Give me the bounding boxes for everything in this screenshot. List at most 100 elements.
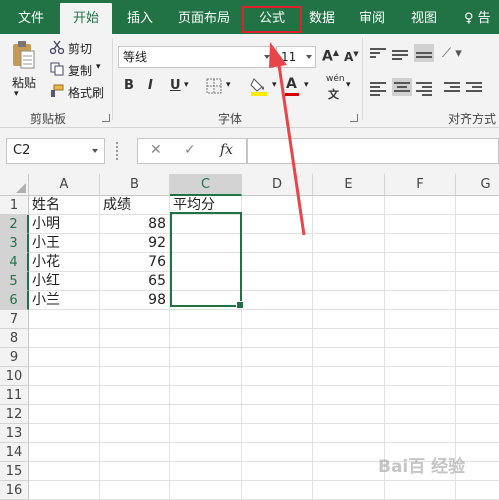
tab-page-layout[interactable]: 页面布局 bbox=[172, 0, 236, 34]
align-center-icon[interactable] bbox=[392, 78, 412, 96]
row-header-3[interactable]: 3 bbox=[0, 234, 29, 253]
fill-color-dropdown-icon[interactable]: ▾ bbox=[272, 80, 277, 90]
row-header-4[interactable]: 4 bbox=[0, 253, 29, 272]
tab-home[interactable]: 开始 bbox=[60, 3, 112, 37]
cell-g10[interactable] bbox=[456, 367, 499, 386]
cell-f9[interactable] bbox=[385, 348, 456, 367]
column-header-g[interactable]: G bbox=[456, 174, 499, 196]
cell-b13[interactable] bbox=[100, 424, 170, 443]
row-header-7[interactable]: 7 bbox=[0, 310, 29, 329]
cell-g13[interactable] bbox=[456, 424, 499, 443]
cell-a1[interactable]: 姓名 bbox=[29, 196, 100, 215]
cell-d13[interactable] bbox=[242, 424, 313, 443]
borders-icon[interactable] bbox=[206, 78, 222, 94]
cell-a8[interactable] bbox=[29, 329, 100, 348]
cell-e2[interactable] bbox=[313, 215, 385, 234]
cell-e11[interactable] bbox=[313, 386, 385, 405]
cell-e8[interactable] bbox=[313, 329, 385, 348]
cell-c12[interactable] bbox=[170, 405, 242, 424]
paste-icon[interactable] bbox=[10, 40, 36, 70]
column-header-b[interactable]: B bbox=[100, 174, 170, 196]
column-header-a[interactable]: A bbox=[29, 174, 100, 196]
cell-a13[interactable] bbox=[29, 424, 100, 443]
cell-b2[interactable]: 88 bbox=[100, 215, 170, 234]
cancel-icon[interactable]: ✕ bbox=[150, 142, 162, 158]
orientation-icon[interactable]: ⟋ ▾ bbox=[442, 46, 462, 61]
cell-b7[interactable] bbox=[100, 310, 170, 329]
cell-g3[interactable] bbox=[456, 234, 499, 253]
row-header-14[interactable]: 14 bbox=[0, 443, 29, 462]
row-header-8[interactable]: 8 bbox=[0, 329, 29, 348]
tab-view[interactable]: 视图 bbox=[404, 0, 444, 34]
cell-g9[interactable] bbox=[456, 348, 499, 367]
cell-f3[interactable] bbox=[385, 234, 456, 253]
cell-b15[interactable] bbox=[100, 462, 170, 481]
cell-d6[interactable] bbox=[242, 291, 313, 310]
cell-d10[interactable] bbox=[242, 367, 313, 386]
cell-d9[interactable] bbox=[242, 348, 313, 367]
format-painter-button[interactable]: 格式刷 bbox=[68, 84, 104, 101]
column-header-e[interactable]: E bbox=[313, 174, 385, 196]
tab-review[interactable]: 审阅 bbox=[352, 0, 392, 34]
cell-b9[interactable] bbox=[100, 348, 170, 367]
row-header-10[interactable]: 10 bbox=[0, 367, 29, 386]
cell-e16[interactable] bbox=[313, 481, 385, 500]
font-color-button[interactable]: A bbox=[286, 76, 297, 92]
cell-c13[interactable] bbox=[170, 424, 242, 443]
cell-f7[interactable] bbox=[385, 310, 456, 329]
tab-data[interactable]: 数据 bbox=[302, 0, 342, 34]
font-name-box[interactable]: 等线 bbox=[118, 46, 274, 68]
cell-f5[interactable] bbox=[385, 272, 456, 291]
cell-b3[interactable]: 92 bbox=[100, 234, 170, 253]
cell-a9[interactable] bbox=[29, 348, 100, 367]
cell-a6[interactable]: 小兰 bbox=[29, 291, 100, 310]
align-top-icon[interactable] bbox=[370, 46, 386, 60]
paste-dropdown-icon[interactable]: ▾ bbox=[14, 89, 19, 99]
cell-b6[interactable]: 98 bbox=[100, 291, 170, 310]
borders-dropdown-icon[interactable]: ▾ bbox=[226, 80, 231, 90]
cell-b16[interactable] bbox=[100, 481, 170, 500]
cell-c9[interactable] bbox=[170, 348, 242, 367]
cell-g16[interactable] bbox=[456, 481, 499, 500]
copy-dropdown-icon[interactable]: ▾ bbox=[96, 62, 101, 72]
cell-e7[interactable] bbox=[313, 310, 385, 329]
cell-b5[interactable]: 65 bbox=[100, 272, 170, 291]
row-header-2[interactable]: 2 bbox=[0, 215, 29, 234]
insert-function-icon[interactable]: fx bbox=[220, 142, 233, 158]
enter-icon[interactable]: ✓ bbox=[184, 142, 196, 158]
align-left-icon[interactable] bbox=[370, 80, 386, 96]
cell-e15[interactable] bbox=[313, 462, 385, 481]
cell-d14[interactable] bbox=[242, 443, 313, 462]
cell-g8[interactable] bbox=[456, 329, 499, 348]
cell-f2[interactable] bbox=[385, 215, 456, 234]
cell-g5[interactable] bbox=[456, 272, 499, 291]
phonetic-dropdown-icon[interactable]: ▾ bbox=[346, 80, 351, 90]
cell-c7[interactable] bbox=[170, 310, 242, 329]
cell-g2[interactable] bbox=[456, 215, 499, 234]
cell-d3[interactable] bbox=[242, 234, 313, 253]
cell-c14[interactable] bbox=[170, 443, 242, 462]
cell-d1[interactable] bbox=[242, 196, 313, 215]
cell-f4[interactable] bbox=[385, 253, 456, 272]
cell-e4[interactable] bbox=[313, 253, 385, 272]
chevron-down-icon[interactable] bbox=[92, 149, 98, 153]
row-header-1[interactable]: 1 bbox=[0, 196, 29, 215]
column-header-f[interactable]: F bbox=[385, 174, 456, 196]
column-header-d[interactable]: D bbox=[242, 174, 313, 196]
selection-range-c2-c6[interactable] bbox=[170, 212, 244, 309]
align-right-icon[interactable] bbox=[416, 80, 432, 96]
cell-f6[interactable] bbox=[385, 291, 456, 310]
cell-b14[interactable] bbox=[100, 443, 170, 462]
cell-a2[interactable]: 小明 bbox=[29, 215, 100, 234]
font-size-box[interactable]: 11 bbox=[276, 46, 316, 68]
cell-g4[interactable] bbox=[456, 253, 499, 272]
cell-a12[interactable] bbox=[29, 405, 100, 424]
cell-e3[interactable] bbox=[313, 234, 385, 253]
chevron-down-icon[interactable] bbox=[306, 55, 312, 59]
font-color-dropdown-icon[interactable]: ▾ bbox=[304, 80, 309, 90]
grow-font-button[interactable]: A▲ bbox=[322, 48, 339, 65]
cell-c8[interactable] bbox=[170, 329, 242, 348]
cell-d8[interactable] bbox=[242, 329, 313, 348]
cell-c16[interactable] bbox=[170, 481, 242, 500]
cell-a4[interactable]: 小花 bbox=[29, 253, 100, 272]
